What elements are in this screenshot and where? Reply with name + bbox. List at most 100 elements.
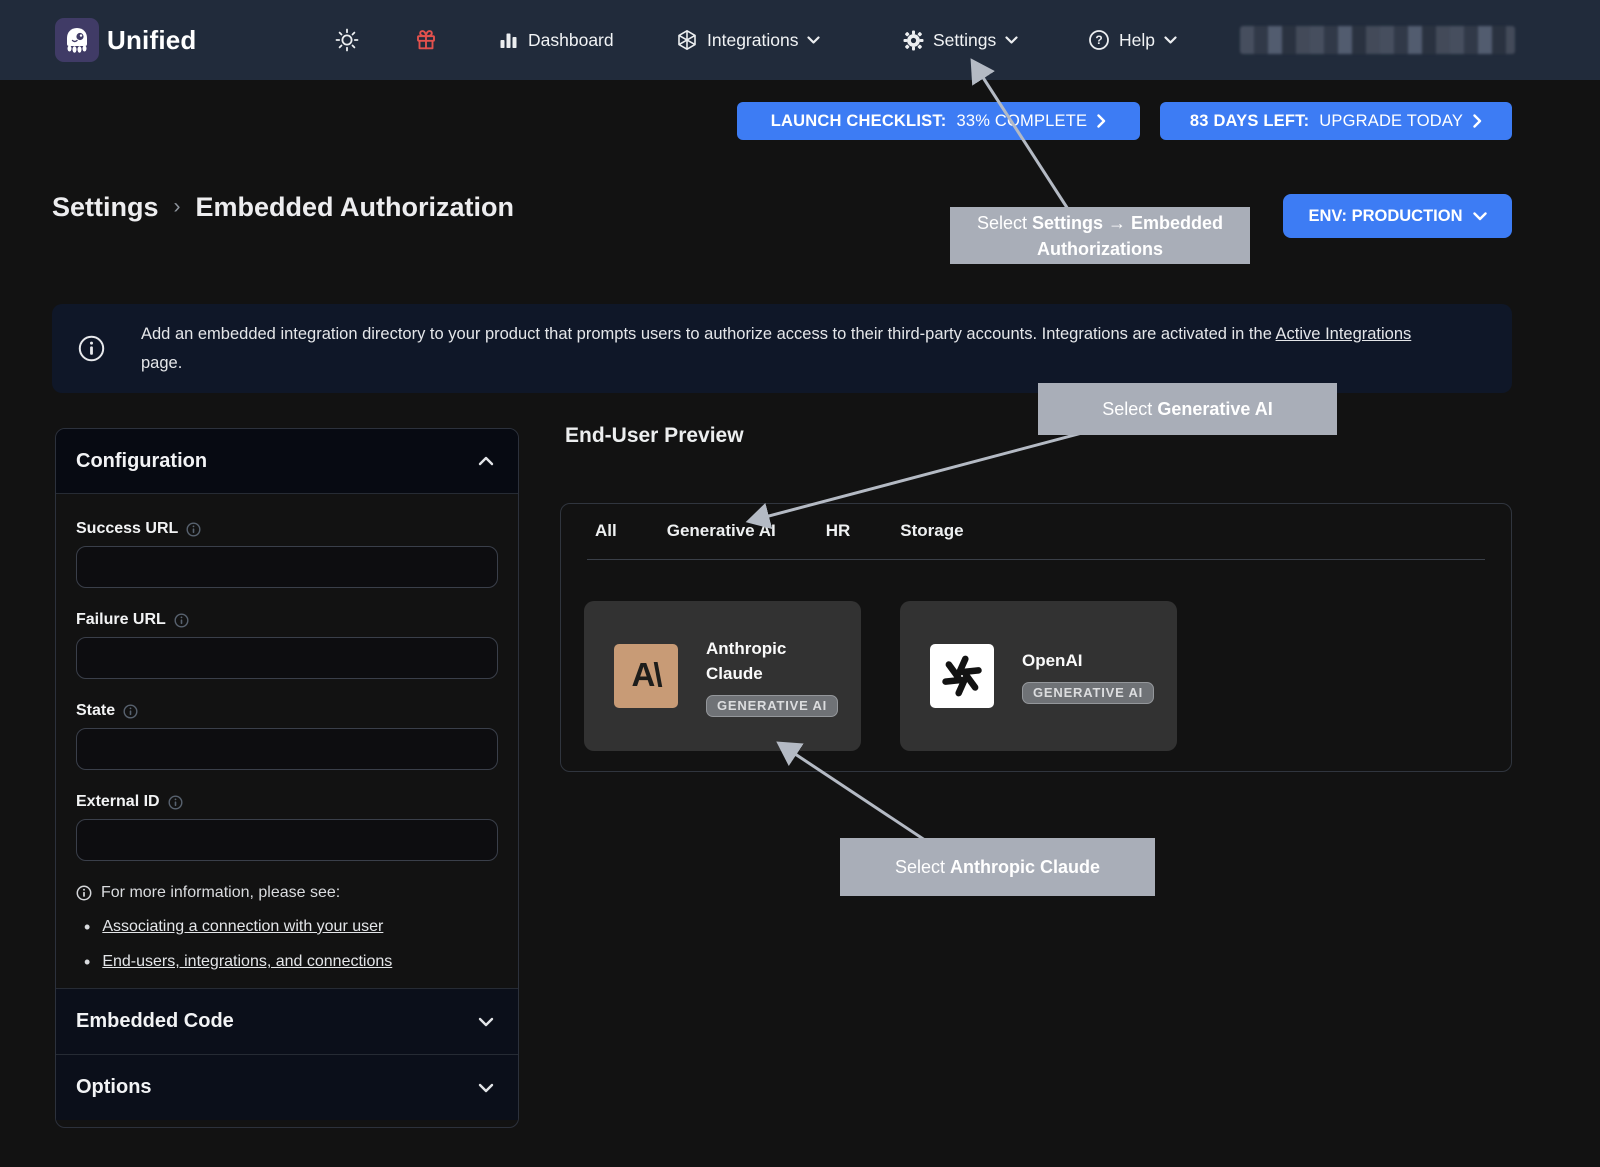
nav-label-help: Help (1119, 30, 1155, 51)
doc-link-endusers-integrations[interactable]: End-users, integrations, and connections (102, 953, 392, 971)
openai-knot-icon (939, 653, 985, 699)
configuration-header[interactable]: Configuration (56, 429, 518, 493)
env-selector-button[interactable]: ENV: PRODUCTION (1283, 194, 1512, 238)
chevron-down-icon (478, 1017, 494, 1027)
embedded-code-section[interactable]: Embedded Code (56, 988, 518, 1054)
nav-item-integrations[interactable]: Integrations (676, 0, 820, 80)
configuration-panel: Configuration Success URL Failure URL (55, 428, 519, 1128)
failure-url-label: Failure URL (76, 611, 166, 629)
callout-select-settings: Select Settings → Embedded Authorization… (950, 207, 1250, 264)
doc-links: • Associating a connection with your use… (76, 918, 498, 971)
chevron-down-icon (1005, 36, 1018, 44)
tab-all[interactable]: All (595, 521, 617, 541)
top-nav: Unified (0, 0, 1600, 80)
info-icon[interactable] (168, 795, 183, 810)
chevron-right-icon (1097, 114, 1106, 128)
info-icon[interactable] (123, 704, 138, 719)
chevron-right-icon (1473, 114, 1482, 128)
chevron-down-icon (478, 1083, 494, 1093)
category-badge: GENERATIVE AI (706, 695, 838, 717)
preview-title: End-User Preview (565, 424, 744, 448)
upgrade-label-rest: UPGRADE TODAY (1319, 112, 1463, 131)
options-section[interactable]: Options (56, 1054, 518, 1120)
help-circle-icon: ? (1088, 29, 1110, 51)
nav-item-help[interactable]: ? Help (1088, 0, 1177, 80)
bar-chart-icon (498, 30, 519, 51)
card-title-line1: OpenAI (1022, 648, 1154, 673)
active-integrations-link[interactable]: Active Integrations (1276, 325, 1412, 343)
info-icon[interactable] (174, 613, 189, 628)
nav-item-settings[interactable]: Settings (903, 0, 1018, 80)
callout-select-anthropic-claude: Select Anthropic Claude (840, 838, 1155, 896)
tab-hr[interactable]: HR (826, 521, 851, 541)
card-title-line1: Anthropic (706, 636, 838, 661)
upgrade-label-bold: 83 DAYS LEFT: (1190, 112, 1309, 131)
field-success-url: Success URL (76, 520, 498, 588)
category-tabs: All Generative AI HR Storage (595, 521, 964, 541)
callout-select-generative-ai: Select Generative AI (1038, 383, 1337, 435)
svg-text:?: ? (1095, 33, 1102, 47)
success-url-label: Success URL (76, 520, 178, 538)
configuration-title: Configuration (76, 450, 207, 473)
more-info-text: For more information, please see: (101, 884, 340, 902)
callout-text: Select (977, 213, 1032, 233)
tab-storage[interactable]: Storage (900, 521, 963, 541)
page-title: Embedded Authorization (196, 192, 515, 223)
breadcrumb: Settings › Embedded Authorization (52, 192, 514, 223)
breadcrumb-settings[interactable]: Settings (52, 192, 159, 223)
state-input[interactable] (76, 728, 498, 770)
card-content: OpenAI GENERATIVE AI (1022, 648, 1154, 704)
env-label: ENV: PRODUCTION (1308, 207, 1462, 226)
integration-card-anthropic-claude[interactable]: A\ Anthropic Claude GENERATIVE AI (584, 601, 861, 751)
external-id-input[interactable] (76, 819, 498, 861)
field-failure-url: Failure URL (76, 611, 498, 679)
arrow-to-settings-menu (973, 62, 1075, 220)
doc-link-associating-connection[interactable]: Associating a connection with your user (102, 918, 383, 936)
checklist-label-bold: LAUNCH CHECKLIST: (771, 112, 947, 131)
bullet: • (84, 953, 90, 971)
chevron-down-icon (1164, 36, 1177, 44)
nav-label-settings: Settings (933, 30, 996, 51)
anthropic-logo: A\ (614, 644, 678, 708)
upgrade-button[interactable]: 83 DAYS LEFT: UPGRADE TODAY (1160, 102, 1512, 140)
field-state: State (76, 702, 498, 770)
end-user-preview-panel: All Generative AI HR Storage A\ Anthropi… (560, 503, 1512, 772)
callout-text: Select (895, 857, 950, 877)
info-banner: Add an embedded integration directory to… (52, 304, 1512, 393)
list-item: • Associating a connection with your use… (84, 918, 498, 936)
callout-bold: Generative AI (1157, 399, 1272, 419)
callout-bold: Settings (1032, 213, 1103, 233)
page: Unified (0, 0, 1600, 1167)
field-external-id: External ID (76, 793, 498, 861)
info-icon (76, 885, 92, 901)
user-account-redacted[interactable] (1240, 26, 1515, 54)
openai-logo (930, 644, 994, 708)
chevron-down-icon (807, 36, 820, 44)
nav-item-dashboard[interactable]: Dashboard (498, 0, 614, 80)
chevron-up-icon (478, 456, 494, 466)
configuration-body: Success URL Failure URL State (56, 493, 518, 971)
options-title: Options (76, 1076, 152, 1099)
success-url-input[interactable] (76, 546, 498, 588)
nav-label-integrations: Integrations (707, 30, 798, 51)
integration-card-openai[interactable]: OpenAI GENERATIVE AI (900, 601, 1177, 751)
card-content: Anthropic Claude GENERATIVE AI (706, 636, 838, 717)
theme-toggle-button[interactable] (334, 27, 360, 53)
rewards-button[interactable] (413, 27, 439, 53)
gift-icon (414, 28, 438, 52)
sun-icon (335, 28, 359, 52)
info-banner-text: Add an embedded integration directory to… (141, 320, 1512, 378)
info-text-before: Add an embedded integration directory to… (141, 325, 1276, 343)
info-icon[interactable] (186, 522, 201, 537)
breadcrumb-separator: › (174, 195, 181, 219)
launch-checklist-button[interactable]: LAUNCH CHECKLIST: 33% COMPLETE (737, 102, 1140, 140)
integrations-hex-icon (676, 29, 698, 51)
brand-name: Unified (107, 0, 197, 80)
more-info-line: For more information, please see: (76, 884, 498, 902)
card-title-line2: Claude (706, 661, 838, 686)
failure-url-input[interactable] (76, 637, 498, 679)
state-label: State (76, 702, 115, 720)
tabs-divider (587, 559, 1485, 560)
unified-logo[interactable] (55, 18, 99, 62)
tab-generative-ai[interactable]: Generative AI (667, 521, 776, 541)
